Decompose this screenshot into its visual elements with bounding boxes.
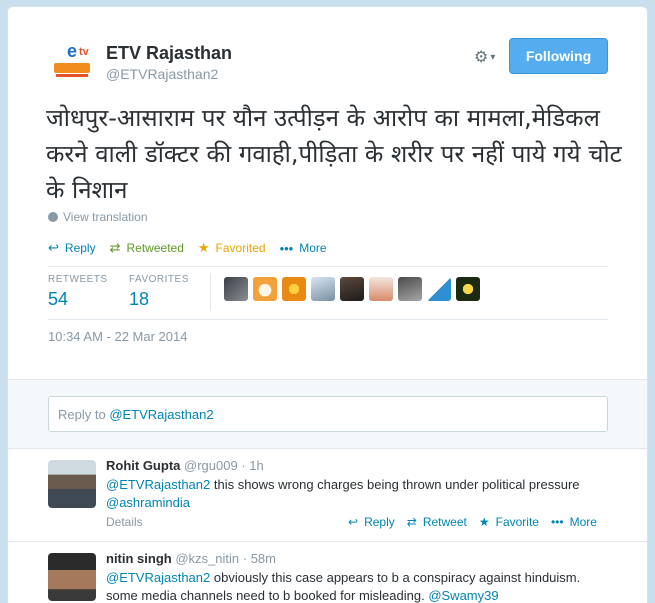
star-icon: ★ — [478, 515, 490, 529]
reply-header: Rohit Gupta @rgu009 · 1h — [106, 458, 264, 473]
reply-icon: ↩ — [48, 240, 59, 255]
avatar[interactable] — [427, 277, 451, 301]
reply-author-name[interactable]: nitin singh — [106, 551, 172, 566]
avatar[interactable] — [48, 460, 96, 508]
reply-icon: ↩ — [348, 515, 359, 529]
tweet-actions: ↩ Reply ⇄ Retweeted ★ Favorited ••• More — [48, 240, 341, 256]
svg-text:tv: tv — [79, 46, 90, 58]
mention-link[interactable]: @ashramindia — [106, 495, 190, 510]
reply-time[interactable]: · 58m — [243, 551, 276, 566]
star-icon: ★ — [197, 240, 210, 255]
ellipsis-icon: ••• — [279, 240, 294, 256]
reply-time[interactable]: · 1h — [241, 458, 263, 473]
favorites-stat[interactable]: FAVORITES 18 — [129, 274, 189, 310]
reply-author-name[interactable]: Rohit Gupta — [106, 458, 180, 473]
favorites-count: 18 — [129, 289, 150, 309]
reply-actions: ↩ Reply ⇄ Retweet ★ Favorite ••• More — [348, 515, 609, 529]
more-label: More — [569, 515, 597, 529]
retweet-label: Retweet — [422, 515, 467, 529]
reply-text: @ETVRajasthan2 this shows wrong charges … — [106, 476, 606, 512]
reply-label: Reply — [64, 241, 96, 255]
retweeter-avatars — [224, 277, 480, 301]
favorite-label: Favorite — [495, 515, 539, 529]
gear-icon: ⚙ — [474, 49, 489, 66]
divider — [48, 266, 608, 267]
more-button[interactable]: ••• More — [551, 515, 597, 529]
reply-placeholder: Reply to — [58, 407, 110, 422]
favorited-label: Favorited — [215, 241, 266, 255]
tweet-text: जोधपुर-आसाराम पर यौन उत्पीड़न के आरोप का… — [46, 104, 622, 204]
retweet-button[interactable]: ⇄ Retweet — [407, 515, 467, 529]
ellipsis-icon: ••• — [550, 515, 564, 529]
reply-author-handle[interactable]: @rgu009 — [184, 458, 238, 473]
divider — [48, 319, 608, 320]
svg-text:e: e — [67, 41, 77, 61]
reply-label: Reply — [364, 515, 395, 529]
reply-text: @ETVRajasthan2 obviously this case appea… — [106, 569, 606, 603]
favorited-button[interactable]: ★ Favorited — [198, 240, 266, 256]
reply-input[interactable]: Reply to @ETVRajasthan2 — [48, 396, 608, 432]
avatar[interactable] — [398, 277, 422, 301]
avatar[interactable] — [224, 277, 248, 301]
retweet-icon: ⇄ — [109, 240, 121, 255]
favorite-button[interactable]: ★ Favorite — [479, 515, 539, 529]
avatar[interactable] — [456, 277, 480, 301]
avatar[interactable] — [253, 277, 277, 301]
mention-link[interactable]: @Swamy39 — [428, 588, 498, 603]
more-button[interactable]: ••• More — [280, 240, 327, 256]
details-link[interactable]: Details — [106, 515, 143, 529]
reply-button[interactable]: ↩ Reply — [48, 240, 96, 256]
chevron-down-icon: ▾ — [490, 51, 496, 63]
retweets-label: RETWEETS — [48, 274, 108, 285]
favorites-label: FAVORITES — [129, 274, 189, 285]
view-translation-link[interactable]: View translation — [48, 210, 148, 224]
globe-icon — [48, 212, 58, 222]
mention-link[interactable]: @ETVRajasthan2 — [106, 570, 210, 585]
etv-rajasthan-avatar[interactable]: e tv — [48, 35, 96, 83]
divider — [8, 541, 647, 542]
avatar[interactable] — [340, 277, 364, 301]
view-translation-label: View translation — [63, 210, 148, 224]
retweets-count: 54 — [48, 289, 69, 309]
reply-body: this shows wrong charges being thrown un… — [210, 477, 580, 492]
reply-button[interactable]: ↩ Reply — [348, 515, 395, 529]
retweeted-label: Retweeted — [126, 241, 184, 255]
user-actions-gear[interactable]: ⚙ ▾ — [474, 47, 502, 67]
avatar[interactable] — [369, 277, 393, 301]
reply-placeholder-handle: @ETVRajasthan2 — [109, 407, 214, 422]
avatar[interactable] — [282, 277, 306, 301]
following-button[interactable]: Following — [509, 38, 608, 74]
reply-header: nitin singh @kzs_nitin · 58m — [106, 551, 276, 566]
avatar[interactable] — [48, 553, 96, 601]
divider — [210, 273, 211, 311]
retweeted-button[interactable]: ⇄ Retweeted — [110, 240, 184, 256]
reply-composer: Reply to @ETVRajasthan2 — [8, 379, 647, 449]
reply-author-handle[interactable]: @kzs_nitin — [175, 551, 239, 566]
more-label: More — [299, 241, 327, 255]
account-handle[interactable]: @ETVRajasthan2 — [106, 66, 218, 82]
retweet-icon: ⇄ — [406, 515, 417, 529]
tweet-timestamp[interactable]: 10:34 AM - 22 Mar 2014 — [48, 329, 187, 344]
etv-logo-icon: e tv — [48, 35, 96, 83]
avatar[interactable] — [311, 277, 335, 301]
retweets-stat[interactable]: RETWEETS 54 — [48, 274, 108, 310]
mention-link[interactable]: @ETVRajasthan2 — [106, 477, 210, 492]
tweet-card: e tv ETV Rajasthan @ETVRajasthan2 ⚙ ▾ Fo… — [7, 6, 648, 603]
account-name[interactable]: ETV Rajasthan — [106, 43, 232, 64]
